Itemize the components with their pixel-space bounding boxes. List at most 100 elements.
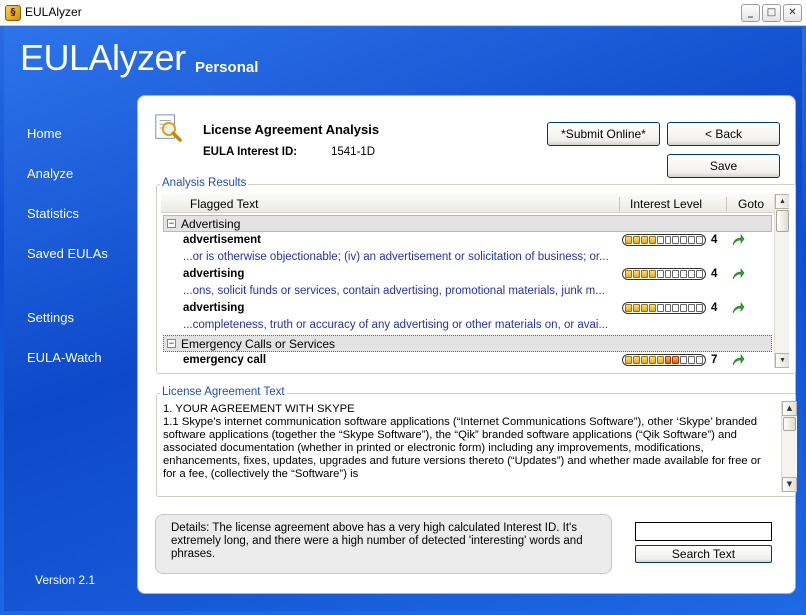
meter-segment: [688, 356, 696, 364]
window-title: EULAlyzer: [25, 5, 82, 19]
license-text-label: License Agreement Text: [160, 386, 287, 398]
meter-segment: [625, 356, 632, 364]
column-header-interest-level[interactable]: Interest Level: [630, 197, 702, 211]
interest-level-value: 7: [711, 354, 718, 366]
meter-segment: [648, 270, 656, 278]
sidebar-item-saved-eulas[interactable]: Saved EULAs: [27, 246, 108, 261]
sidebar-item-analyze[interactable]: Analyze: [27, 166, 73, 181]
interest-meter: [622, 354, 706, 366]
scroll-down-icon[interactable]: ▼: [775, 353, 789, 368]
analysis-results-list[interactable]: Flagged Text Interest Level Goto − Adver…: [161, 194, 789, 368]
details-panel: Details: The license agreement above has…: [155, 514, 612, 574]
meter-segment: [648, 304, 656, 312]
maximize-button[interactable]: □: [762, 4, 781, 22]
goto-arrow-icon[interactable]: [731, 301, 745, 315]
goto-arrow-icon[interactable]: [731, 353, 745, 367]
meter-segment: [640, 356, 648, 364]
meter-segment: [656, 270, 664, 278]
meter-segment: [648, 236, 656, 244]
scroll-up-icon[interactable]: ▲: [782, 401, 797, 416]
scroll-up-icon[interactable]: ▲: [775, 194, 789, 209]
search-input[interactable]: [635, 522, 772, 541]
column-header-goto[interactable]: Goto: [738, 197, 764, 211]
meter-segment: [680, 304, 688, 312]
meter-segment: [625, 304, 632, 312]
meter-segment: [656, 236, 664, 244]
meter-segment: [672, 356, 680, 364]
meter-segment: [688, 270, 696, 278]
meter-segment: [656, 304, 664, 312]
meter-segment: [672, 270, 680, 278]
meter-segment: [696, 356, 704, 364]
flagged-context[interactable]: ...or is otherwise objectionable; (iv) a…: [183, 251, 609, 263]
meter-segment: [632, 236, 640, 244]
magnifier-document-icon: [155, 114, 182, 142]
interest-level-value: 4: [711, 268, 718, 280]
minimize-button[interactable]: _: [741, 4, 760, 22]
scroll-thumb[interactable]: [776, 210, 789, 232]
meter-segment: [632, 356, 640, 364]
interest-id-label: EULA Interest ID:: [203, 146, 298, 158]
flagged-word[interactable]: advertising: [183, 302, 244, 314]
details-text: Details: The license agreement above has…: [171, 522, 583, 560]
license-text-box[interactable]: 1. YOUR AGREEMENT WITH SKYPE 1.1 Skype’s…: [160, 401, 797, 492]
meter-segment: [632, 304, 640, 312]
group-row-advertising[interactable]: − Advertising: [163, 215, 772, 232]
analysis-results-label: Analysis Results: [160, 177, 249, 189]
meter-segment: [664, 304, 672, 312]
meter-segment: [696, 236, 704, 244]
close-button[interactable]: ✕: [783, 4, 802, 22]
meter-segment: [664, 270, 672, 278]
flagged-word[interactable]: advertising: [183, 268, 244, 280]
sidebar-item-home[interactable]: Home: [27, 126, 62, 141]
column-separator[interactable]: [726, 197, 727, 211]
submit-online-button[interactable]: *Submit Online*: [547, 122, 660, 146]
flagged-word[interactable]: emergency call: [183, 354, 266, 366]
column-separator[interactable]: [619, 197, 620, 211]
column-header-flagged-text[interactable]: Flagged Text: [190, 197, 259, 211]
group-row-emergency[interactable]: − Emergency Calls or Services: [163, 335, 772, 352]
interest-level-value: 4: [711, 234, 718, 246]
meter-segment: [664, 236, 672, 244]
sidebar-item-eula-watch[interactable]: EULA-Watch: [27, 350, 102, 365]
interest-meter: [622, 268, 706, 280]
collapse-icon[interactable]: −: [167, 219, 176, 228]
app-icon[interactable]: §: [5, 5, 21, 21]
interest-meter: [622, 234, 706, 246]
meter-segment: [625, 270, 632, 278]
collapse-icon[interactable]: −: [167, 339, 176, 348]
search-text-button[interactable]: Search Text: [635, 545, 772, 563]
flagged-word[interactable]: advertisement: [183, 234, 261, 246]
meter-segment: [640, 304, 648, 312]
scroll-down-icon[interactable]: ▼: [782, 477, 797, 492]
scroll-thumb[interactable]: [783, 417, 796, 431]
edition-label: Personal: [195, 59, 259, 76]
meter-segment: [625, 236, 632, 244]
back-button[interactable]: < Back: [667, 122, 780, 146]
results-scrollbar[interactable]: ▲ ▼: [774, 194, 789, 368]
sidebar-item-settings[interactable]: Settings: [27, 310, 74, 325]
save-button[interactable]: Save: [667, 154, 780, 178]
license-scrollbar[interactable]: ▲ ▼: [781, 401, 797, 492]
list-header: Flagged Text Interest Level Goto: [161, 194, 789, 213]
license-text[interactable]: 1. YOUR AGREEMENT WITH SKYPE 1.1 Skype’s…: [163, 403, 775, 481]
sidebar-item-statistics[interactable]: Statistics: [27, 206, 79, 221]
meter-segment: [696, 270, 704, 278]
brand-logo: EULAlyzer: [20, 37, 186, 78]
meter-segment: [688, 304, 696, 312]
group-label: Emergency Calls or Services: [181, 337, 336, 351]
flagged-context[interactable]: ...completeness, truth or accuracy of an…: [183, 319, 608, 331]
flagged-context[interactable]: ...ons, solicit funds or services, conta…: [183, 285, 605, 297]
meter-segment: [672, 236, 680, 244]
interest-level-value: 4: [711, 302, 718, 314]
version-label: Version 2.1: [35, 573, 96, 587]
goto-arrow-icon[interactable]: [731, 233, 745, 247]
meter-segment: [680, 236, 688, 244]
title-bar[interactable]: § EULAlyzer _ □ ✕: [0, 0, 806, 26]
meter-segment: [696, 304, 704, 312]
meter-segment: [680, 270, 688, 278]
interest-id-value: 1541-1D: [331, 146, 376, 158]
group-label: Advertising: [181, 217, 241, 231]
goto-arrow-icon[interactable]: [731, 267, 745, 281]
page-title: License Agreement Analysis: [203, 122, 380, 137]
